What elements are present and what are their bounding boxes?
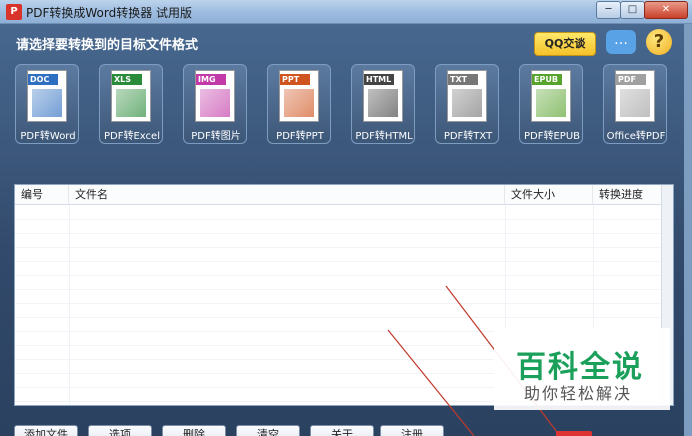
format-tile-label: PDF转TXT bbox=[443, 131, 493, 142]
delete-button[interactable]: 删除 bbox=[162, 425, 226, 436]
format-tile-doc[interactable]: DOC PDF转Word bbox=[15, 64, 79, 144]
clear-button[interactable]: 清空 bbox=[236, 425, 300, 436]
format-artwork bbox=[536, 89, 566, 117]
format-artwork bbox=[116, 89, 146, 117]
format-tile-label: PDF转EPUB bbox=[523, 131, 580, 142]
txt-document-icon: TXT bbox=[447, 70, 487, 122]
about-button[interactable]: 关于 bbox=[310, 425, 374, 436]
format-artwork bbox=[200, 89, 230, 117]
empty-table-row bbox=[15, 261, 661, 262]
format-badge: TXT bbox=[448, 74, 478, 85]
format-tile-label: PDF转HTML bbox=[355, 131, 413, 142]
chat-bubble-icon[interactable]: … bbox=[606, 30, 636, 54]
format-prompt: 请选择要转换到的目标文件格式 bbox=[16, 38, 199, 53]
app-window: P PDF转换成Word转换器 试用版 ─ □ ✕ 请选择要转换到的目标文件格式… bbox=[0, 0, 692, 436]
help-icon[interactable]: ? bbox=[646, 29, 672, 55]
img-document-icon: IMG bbox=[195, 70, 235, 122]
format-selection-header: 请选择要转换到的目标文件格式 QQ交谈 … ? DOC PDF转Word XLS PD… bbox=[0, 24, 692, 170]
format-tile-epub[interactable]: EPUB PDF转EPUB bbox=[519, 64, 583, 144]
format-tile-ppt[interactable]: PPT PDF转PPT bbox=[267, 64, 331, 144]
format-badge: XLS bbox=[112, 74, 142, 85]
empty-table-row bbox=[15, 275, 661, 276]
format-tile-label: PDF转PPT bbox=[276, 131, 324, 142]
register-button[interactable]: 注册 bbox=[380, 425, 444, 436]
format-badge: PDF bbox=[616, 74, 646, 85]
empty-table-row bbox=[15, 303, 661, 304]
format-artwork bbox=[284, 89, 314, 117]
watermark-overlay: 百科全说 助你轻松解决 bbox=[494, 328, 670, 410]
add-file-button[interactable]: 添加文件 bbox=[14, 425, 78, 436]
empty-table-row bbox=[15, 247, 661, 248]
pdf-app-icon: P bbox=[6, 4, 22, 20]
xls-document-icon: XLS bbox=[111, 70, 151, 122]
format-badge: PPT bbox=[280, 74, 310, 85]
column-header-number[interactable]: 编号 bbox=[15, 185, 69, 205]
empty-table-row bbox=[15, 289, 661, 290]
format-tile-label: PDF转Excel bbox=[104, 131, 160, 142]
format-badge: DOC bbox=[28, 74, 58, 85]
window-title: PDF转换成Word转换器 试用版 bbox=[26, 6, 193, 20]
format-artwork bbox=[32, 89, 62, 117]
format-tile-label: PDF转图片 bbox=[191, 131, 241, 142]
close-button[interactable]: ✕ bbox=[644, 1, 688, 19]
format-tile-txt[interactable]: TXT PDF转TXT bbox=[435, 64, 499, 144]
qq-chat-button[interactable]: QQ交谈 bbox=[534, 32, 596, 56]
empty-table-row bbox=[15, 233, 661, 234]
format-badge: IMG bbox=[196, 74, 226, 85]
format-artwork bbox=[452, 89, 482, 117]
format-tile-xls[interactable]: XLS PDF转Excel bbox=[99, 64, 163, 144]
html-document-icon: HTML bbox=[363, 70, 403, 122]
options-button[interactable]: 选项 bbox=[88, 425, 152, 436]
format-tile-pdf[interactable]: PDF Office转PDF bbox=[603, 64, 667, 144]
maximize-button[interactable]: □ bbox=[620, 1, 645, 19]
column-header-progress[interactable]: 转换进度 bbox=[593, 185, 661, 205]
format-tile-label: PDF转Word bbox=[20, 131, 76, 142]
column-header-filesize[interactable]: 文件大小 bbox=[505, 185, 593, 205]
pdf-document-icon: PDF bbox=[615, 70, 655, 122]
ppt-document-icon: PPT bbox=[279, 70, 319, 122]
format-artwork bbox=[620, 89, 650, 117]
format-artwork bbox=[368, 89, 398, 117]
format-tile-img[interactable]: IMG PDF转图片 bbox=[183, 64, 247, 144]
window-right-edge bbox=[684, 24, 692, 436]
watermark-subtitle: 助你轻松解决 bbox=[524, 384, 633, 403]
title-bar[interactable]: P PDF转换成Word转换器 试用版 ─ □ ✕ bbox=[0, 0, 692, 24]
empty-table-row bbox=[15, 219, 661, 220]
empty-table-row bbox=[15, 317, 661, 318]
minimize-button[interactable]: ─ bbox=[596, 1, 621, 19]
start-convert-button[interactable] bbox=[556, 431, 592, 436]
format-tile-label: Office转PDF bbox=[606, 131, 666, 142]
epub-document-icon: EPUB bbox=[531, 70, 571, 122]
column-divider bbox=[69, 205, 70, 405]
column-header-filename[interactable]: 文件名 bbox=[69, 185, 505, 205]
format-badge: HTML bbox=[364, 74, 394, 85]
format-tile-html[interactable]: HTML PDF转HTML bbox=[351, 64, 415, 144]
table-header: 编号 文件名 文件大小 转换进度 bbox=[15, 185, 661, 205]
format-badge: EPUB bbox=[532, 74, 562, 85]
doc-document-icon: DOC bbox=[27, 70, 67, 122]
